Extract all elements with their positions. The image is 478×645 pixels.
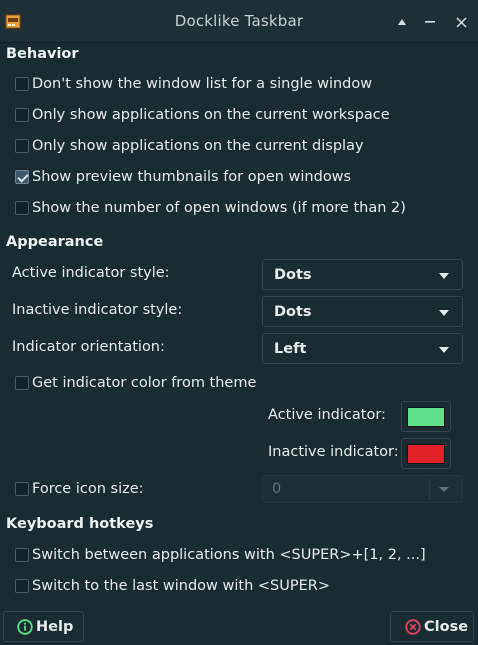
appearance-heading: Appearance (6, 234, 104, 250)
option-force-icon-size[interactable]: Force icon size: (15, 479, 144, 499)
active-style-label: Active indicator style: (12, 265, 170, 281)
inactive-color-swatch (407, 443, 445, 464)
checkbox[interactable] (15, 482, 29, 496)
option-label: Switch between applications with <SUPER>… (32, 547, 426, 563)
shade-up-icon[interactable] (392, 12, 412, 32)
inactive-style-dropdown[interactable]: Dots (262, 296, 463, 327)
orientation-dropdown[interactable]: Left (262, 333, 463, 364)
option-preview-thumbnails[interactable]: Show preview thumbnails for open windows (15, 167, 351, 187)
checkbox[interactable] (15, 108, 29, 122)
dropdown-arrow-icon (439, 347, 449, 353)
close-label: Close (424, 618, 469, 635)
close-x-icon[interactable] (451, 12, 471, 32)
help-button[interactable]: Help (3, 611, 84, 642)
inactive-style-value: Dots (274, 303, 312, 320)
option-label: Don't show the window list for a single … (32, 76, 373, 92)
option-label: Show preview thumbnails for open windows (32, 169, 352, 185)
active-indicator-color-label: Active indicator: (268, 407, 386, 423)
option-label: Force icon size: (32, 481, 144, 497)
option-single-window-list[interactable]: Don't show the window list for a single … (15, 74, 372, 94)
checkbox[interactable] (15, 139, 29, 153)
checkbox[interactable] (15, 201, 29, 215)
active-style-dropdown[interactable]: Dots (262, 259, 463, 290)
dropdown-arrow-icon (439, 273, 449, 279)
active-indicator-color-button[interactable] (401, 401, 451, 432)
checkbox[interactable] (15, 548, 29, 562)
inactive-indicator-color-button[interactable] (401, 438, 451, 469)
inactive-indicator-color-label: Inactive indicator: (268, 444, 399, 460)
option-label: Only show applications on the current di… (32, 138, 364, 154)
checkbox[interactable] (15, 376, 29, 390)
checkbox[interactable] (15, 579, 29, 593)
behavior-heading: Behavior (6, 46, 79, 62)
dropdown-arrow-icon (439, 310, 449, 316)
option-label: Only show applications on the current wo… (32, 107, 390, 123)
inactive-style-label: Inactive indicator style: (12, 302, 183, 318)
active-style-value: Dots (274, 266, 312, 283)
option-theme-color[interactable]: Get indicator color from theme (15, 373, 256, 393)
minimize-icon[interactable] (420, 12, 440, 32)
active-color-swatch (407, 406, 445, 427)
help-circle-icon (16, 618, 33, 635)
option-label: Show the number of open windows (if more… (32, 200, 406, 216)
orientation-label: Indicator orientation: (12, 339, 165, 355)
orientation-value: Left (274, 340, 307, 357)
option-super-number-switch[interactable]: Switch between applications with <SUPER>… (15, 545, 426, 565)
title-bar[interactable]: Docklike Taskbar (0, 0, 478, 43)
dropdown-arrow-icon (439, 487, 449, 492)
close-button[interactable]: Close (390, 611, 474, 642)
checkbox[interactable] (15, 77, 29, 91)
option-current-display[interactable]: Only show applications on the current di… (15, 136, 364, 156)
option-super-last-window[interactable]: Switch to the last window with <SUPER> (15, 576, 330, 596)
hotkeys-heading: Keyboard hotkeys (6, 516, 154, 532)
option-window-count[interactable]: Show the number of open windows (if more… (15, 198, 406, 218)
docklike-settings-window: Docklike Taskbar Behavior Don't show the… (0, 0, 478, 645)
close-circle-icon (404, 618, 421, 635)
help-label: Help (36, 618, 74, 635)
icon-size-value: 0 (272, 481, 282, 497)
option-current-workspace[interactable]: Only show applications on the current wo… (15, 105, 390, 125)
option-label: Get indicator color from theme (32, 375, 257, 391)
icon-size-spinner: 0 (262, 475, 463, 503)
checkbox-checked[interactable] (15, 170, 29, 184)
spinner-divider (429, 478, 430, 500)
option-label: Switch to the last window with <SUPER> (32, 578, 330, 594)
